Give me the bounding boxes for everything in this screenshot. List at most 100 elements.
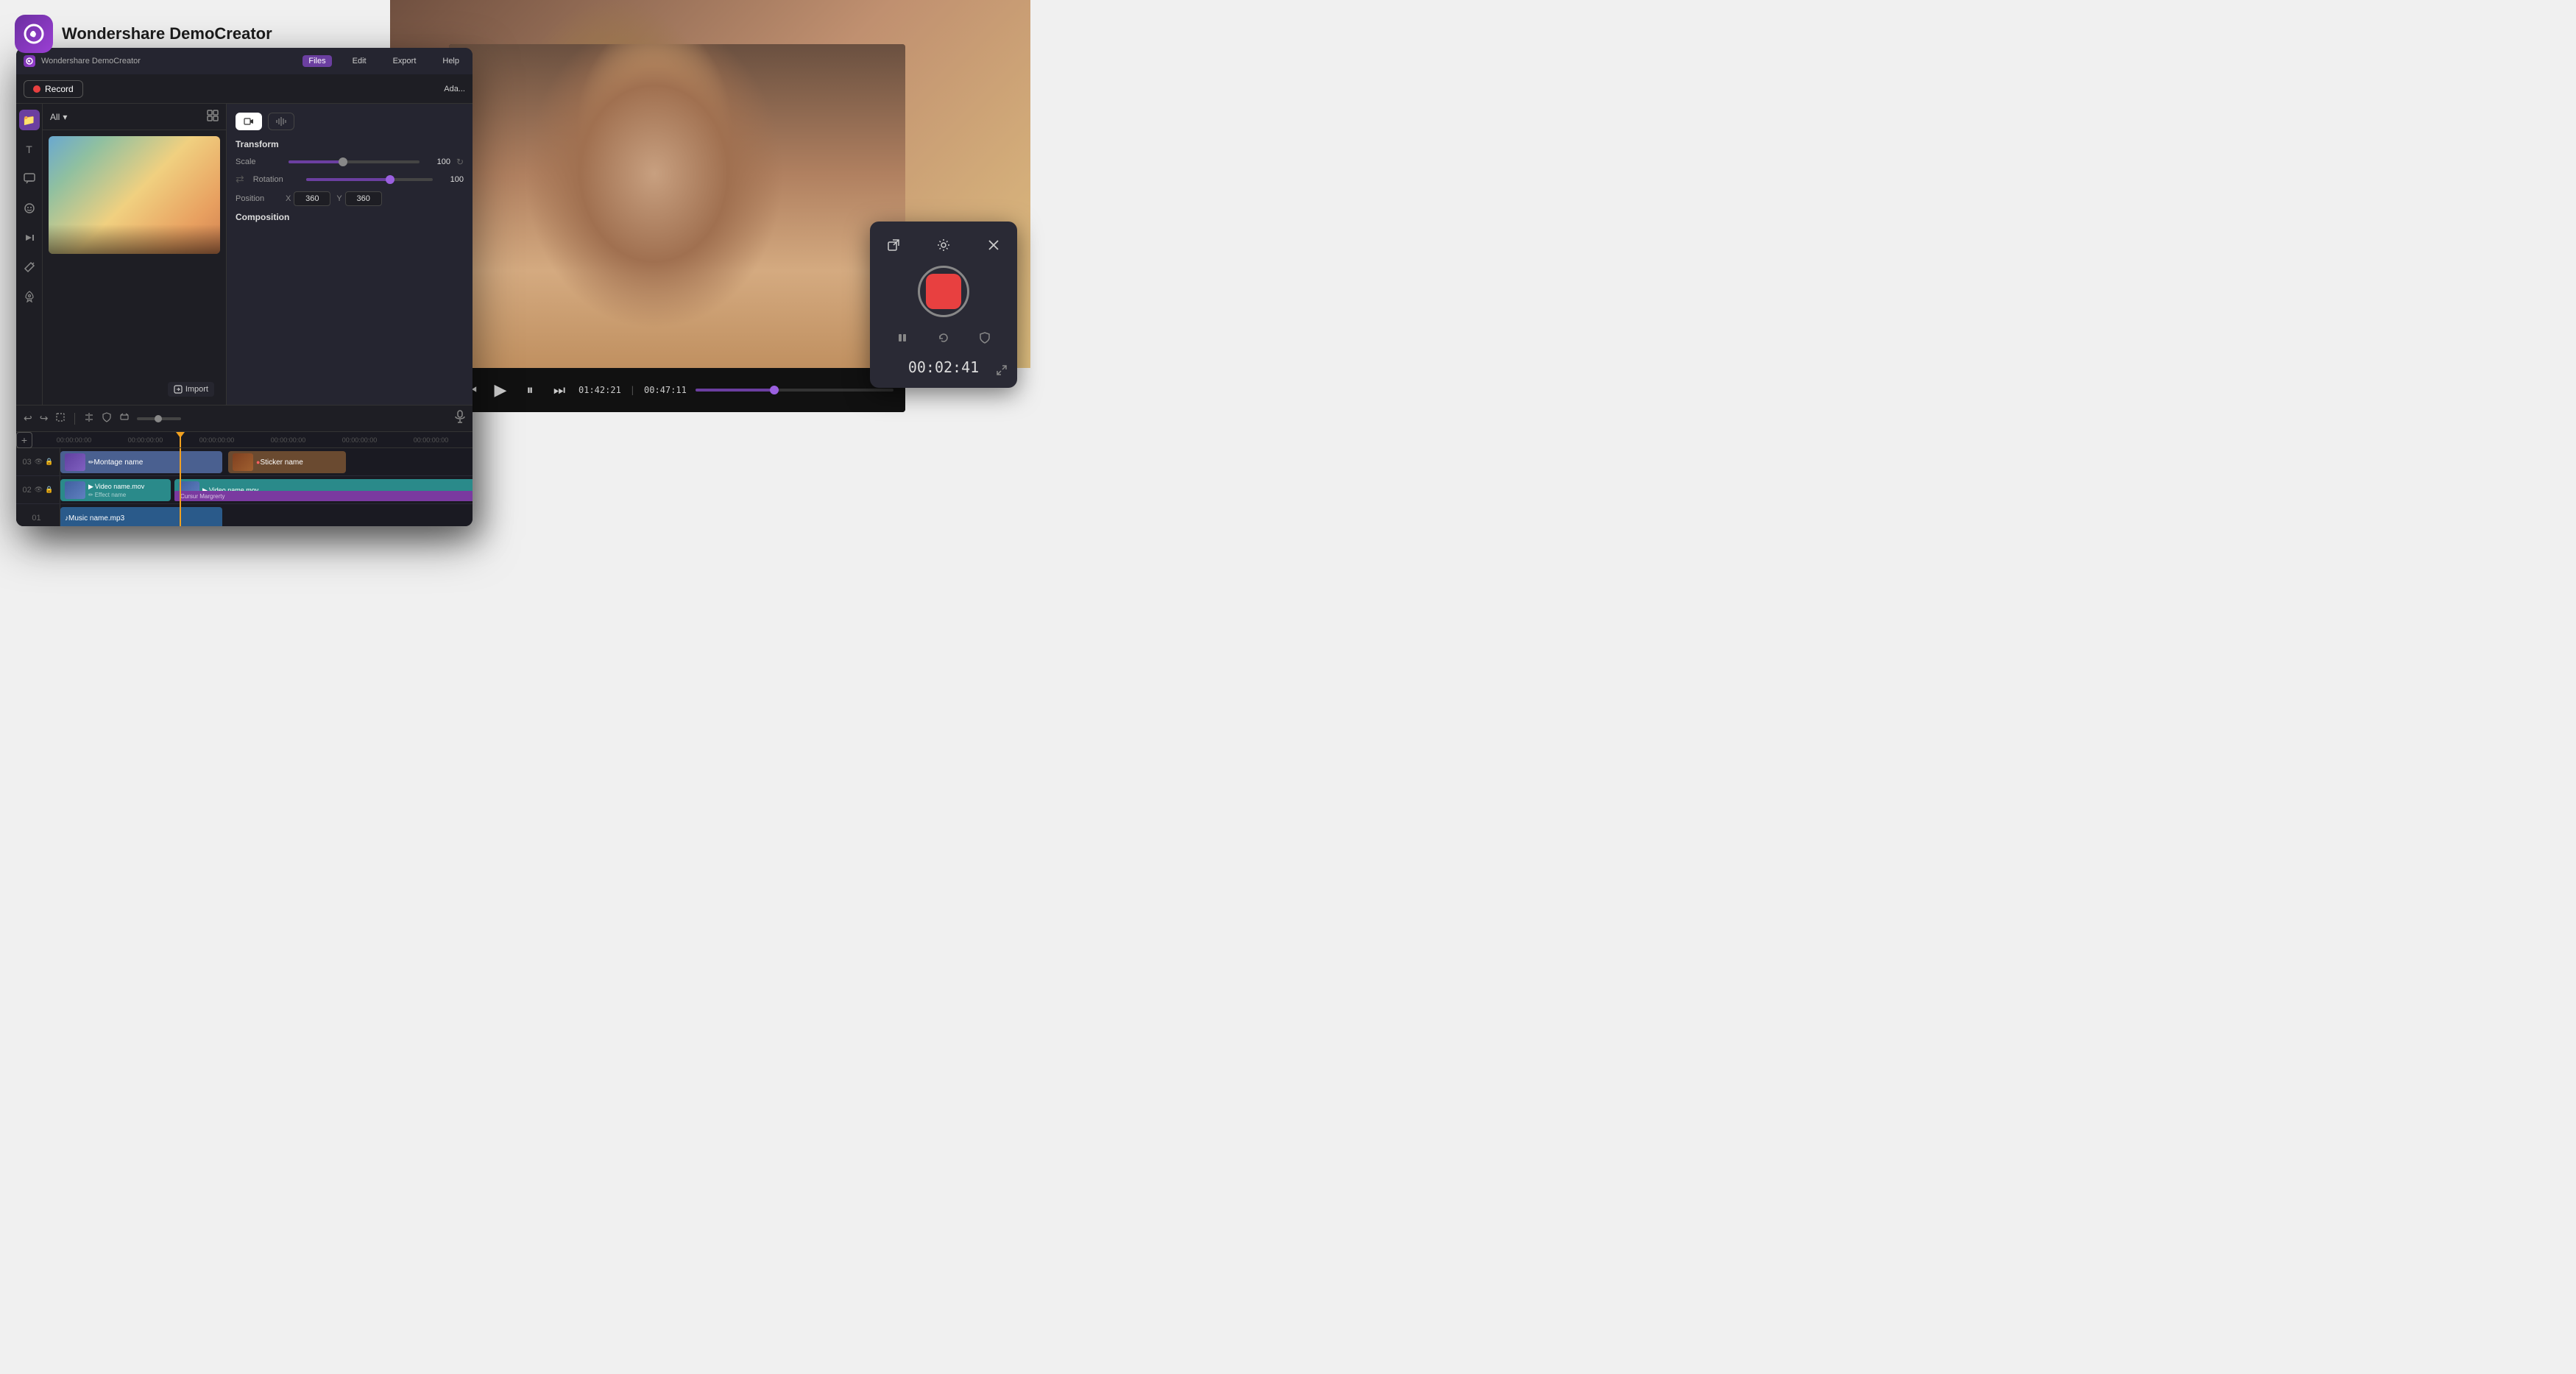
sidebar-icon-tools[interactable] (19, 257, 40, 277)
logo-icon (15, 15, 53, 53)
video-time-current: 01:42:21 (578, 385, 621, 395)
pos-x-label: X (286, 194, 291, 203)
track-2-lock[interactable]: 🔒 (45, 486, 53, 494)
rec-bottom-icons (882, 326, 1005, 350)
menu-help[interactable]: Help (436, 55, 465, 67)
track-num-3: 03 (23, 458, 32, 467)
rec-close-button[interactable] (982, 233, 1005, 257)
sidebar-icon-rocket[interactable] (19, 286, 40, 307)
track-row-2: 02 👁 🔒 ▶ Video name.mov (16, 476, 473, 504)
scale-slider[interactable] (289, 160, 420, 163)
thumb-overlay (49, 224, 220, 254)
clip-cursor[interactable]: Cursur Margrerty (174, 491, 473, 501)
header-logo-area: Wondershare DemoCreator (15, 15, 272, 53)
pos-y-label: Y (336, 194, 342, 203)
rec-settings-button[interactable] (932, 233, 955, 257)
scale-row: Scale 100 ↻ (236, 157, 464, 167)
track-label-3: 03 👁 🔒 (16, 448, 60, 475)
redo-button[interactable]: ↪ (40, 412, 49, 425)
files-dropdown[interactable]: All ▾ (50, 112, 67, 122)
pos-y-input: Y 360 (336, 191, 381, 206)
pos-x-field[interactable]: 360 (294, 191, 330, 206)
clip-montage[interactable]: ✏ Montage name (60, 451, 222, 473)
rotation-slider[interactable] (306, 178, 433, 181)
ruler-mark-0: 00:00:00:00 (38, 436, 110, 444)
pos-x-input: X 360 (286, 191, 330, 206)
clip-music[interactable]: ♪ Music name.mp3 (60, 507, 222, 526)
app-main-content: 📁 T (16, 104, 473, 408)
scale-reset-button[interactable]: ↻ (456, 157, 464, 167)
track-3-icons: 👁 🔒 (35, 458, 54, 466)
effect-icon: ✏ (88, 492, 93, 498)
expand-frame-button[interactable] (119, 412, 130, 425)
app-title-text: Wondershare DemoCreator (41, 57, 297, 65)
tab-video[interactable] (236, 113, 262, 130)
track-2-content: ▶ Video name.mov ✏ Effect name (60, 476, 473, 503)
import-button[interactable]: Import (168, 382, 214, 397)
ruler-playhead (180, 432, 181, 447)
crop-button[interactable] (55, 412, 66, 425)
rotation-value: 100 (442, 175, 464, 184)
track-3-lock[interactable]: 🔒 (45, 458, 53, 466)
video-icon-1: ▶ (88, 483, 93, 491)
playhead-triangle-icon (176, 432, 185, 438)
track-row-3: 03 👁 🔒 ✏ Montage name (16, 448, 473, 476)
timeline-container: ↩ ↪ (16, 405, 473, 526)
sidebar-icon-comments[interactable] (19, 169, 40, 189)
grid-view-button[interactable] (207, 110, 219, 124)
zoom-slider[interactable] (137, 417, 181, 420)
track-3-content: ✏ Montage name ● Sticker name (60, 448, 473, 475)
track-3-eye[interactable]: 👁 (35, 458, 43, 466)
scale-value: 100 (428, 157, 450, 166)
effect-name: Effect name (95, 492, 127, 498)
track-2-eye[interactable]: 👁 (35, 486, 43, 494)
ruler-mark-1: 00:00:00:00 (110, 436, 181, 444)
app-toolbar: Record Ada... (16, 74, 473, 104)
rec-external-link-button[interactable] (882, 233, 905, 257)
files-panel: All ▾ (43, 104, 227, 408)
video-play-button[interactable]: ▶ (490, 380, 511, 400)
position-label: Position (236, 194, 280, 203)
video-progress-bar[interactable] (696, 389, 894, 392)
sidebar-icon-emoji[interactable] (19, 198, 40, 219)
menu-edit[interactable]: Edit (347, 55, 372, 67)
music-name: Music name.mp3 (68, 514, 124, 523)
montage-clip-name: Montage name (94, 458, 144, 467)
video-person-overlay (449, 44, 905, 368)
menu-export[interactable]: Export (387, 55, 422, 67)
video-next-button[interactable]: ⏭ (549, 380, 570, 400)
split-button[interactable] (84, 412, 94, 425)
shield-button[interactable] (102, 412, 112, 425)
rec-shield-button[interactable] (973, 326, 997, 350)
rec-refresh-button[interactable] (932, 326, 955, 350)
record-dot-icon (33, 85, 40, 93)
video1-name: Video name.mov (95, 483, 144, 490)
add-track-button[interactable]: + (16, 432, 32, 447)
video-content (449, 44, 905, 368)
rec-expand-button[interactable] (997, 365, 1007, 378)
undo-button[interactable]: ↩ (24, 412, 32, 425)
clip-sticker[interactable]: ● Sticker name (228, 451, 346, 473)
track-num-2: 02 (23, 486, 32, 495)
sidebar-icon-skip[interactable] (19, 227, 40, 248)
pos-y-field[interactable]: 360 (345, 191, 382, 206)
scale-label: Scale (236, 157, 280, 166)
app-logo-small (24, 55, 35, 67)
mic-button[interactable] (455, 410, 465, 427)
sidebar-icon-text[interactable]: T (19, 139, 40, 160)
menu-files[interactable]: Files (302, 55, 331, 67)
tab-audio[interactable] (268, 113, 294, 130)
clip-video1[interactable]: ▶ Video name.mov ✏ Effect name (60, 479, 171, 501)
rec-pause-button[interactable] (891, 326, 914, 350)
timeline-tracks: 03 👁 🔒 ✏ Montage name (16, 448, 473, 526)
sidebar-icon-files[interactable]: 📁 (19, 110, 40, 130)
rec-record-main-button[interactable] (918, 266, 969, 317)
prop-tabs (236, 113, 464, 130)
video-pause-button[interactable]: ⏸ (520, 380, 540, 400)
timeline-ruler: 00:00:00:00 00:00:00:00 00:00:00:00 00:0… (32, 432, 473, 447)
ruler-mark-5: 00:00:00:00 (395, 436, 467, 444)
record-button[interactable]: Record (24, 80, 83, 98)
video-progress-thumb[interactable] (770, 386, 779, 394)
recording-popup: 00:02:41 (870, 222, 1017, 388)
cursor-label: Cursur Margrerty (177, 493, 224, 500)
